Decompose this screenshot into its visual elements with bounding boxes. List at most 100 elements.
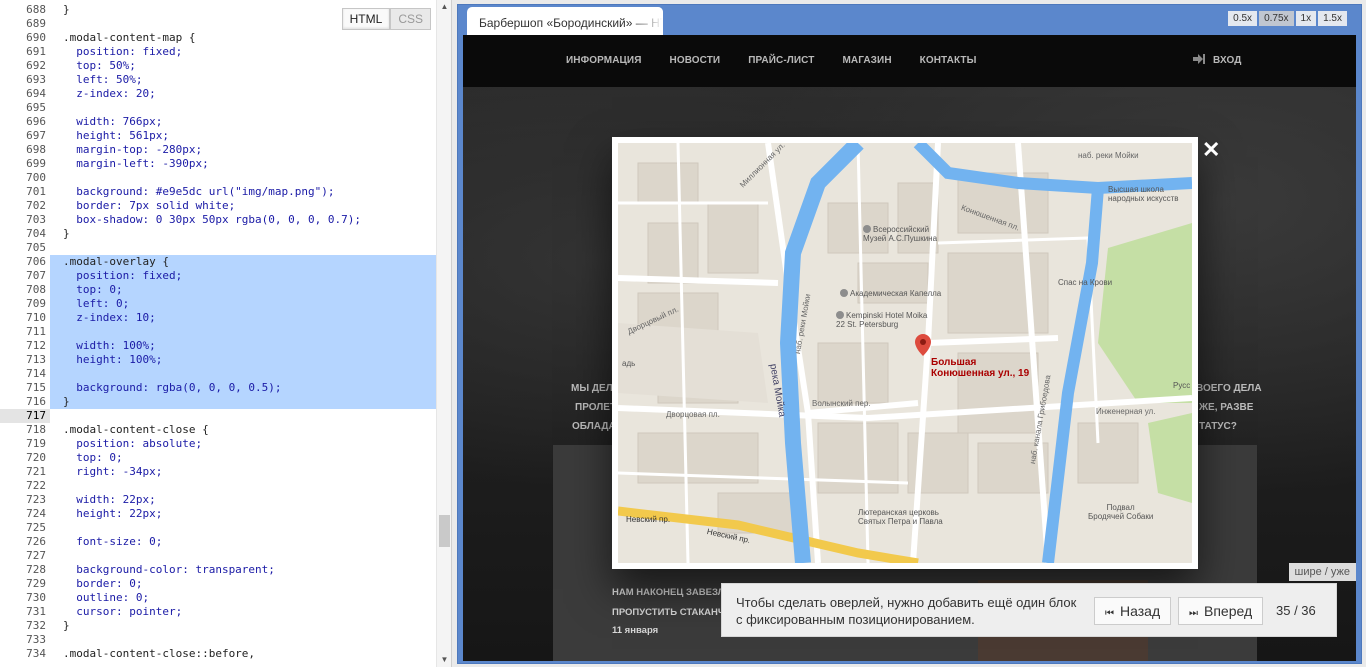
code-line[interactable]: 695 <box>0 101 436 115</box>
back-icon: ⏮ <box>1105 608 1114 619</box>
hero-text-right-3: ТАТУС? <box>1199 421 1237 432</box>
code-line[interactable]: 701 background: #e9e5dc url("img/map.png… <box>0 185 436 199</box>
map-label-inzhenernaya: Инженерная ул. <box>1096 407 1156 416</box>
code-line[interactable]: 704} <box>0 227 436 241</box>
nav-info[interactable]: ИНФОРМАЦИЯ <box>566 55 642 66</box>
code-line[interactable]: 714 <box>0 367 436 381</box>
code-line[interactable]: 730 outline: 0; <box>0 591 436 605</box>
nav-price[interactable]: ПРАЙС-ЛИСТ <box>748 55 814 66</box>
code-line[interactable]: 699 margin-left: -390px; <box>0 157 436 171</box>
editor-scrollbar[interactable]: ▲ ▼ <box>436 0 451 667</box>
line-number: 713 <box>0 353 50 367</box>
modal-close-icon[interactable]: ✕ <box>1202 139 1220 161</box>
code-line[interactable]: 709 left: 0; <box>0 297 436 311</box>
code-line[interactable]: 725 <box>0 521 436 535</box>
zoom-1-5[interactable]: 1.5x <box>1318 11 1347 26</box>
code-text: left: 50%; <box>63 73 143 86</box>
code-line[interactable]: 690 .modal-content-map { <box>0 31 436 45</box>
code-line[interactable]: 707 position: fixed; <box>0 269 436 283</box>
map-label-kempinski-text: Kempinski Hotel Moika 22 St. Petersburg <box>836 311 928 329</box>
code-text: } <box>63 395 70 408</box>
code-line[interactable]: 723 width: 22px; <box>0 493 436 507</box>
code-line[interactable]: 717 <box>0 409 436 423</box>
nav-contacts[interactable]: КОНТАКТЫ <box>920 55 977 66</box>
code-text: width: 22px; <box>63 493 156 506</box>
code-line[interactable]: 697 height: 561px; <box>0 129 436 143</box>
code-line[interactable]: 712 width: 100%; <box>0 339 436 353</box>
code-line[interactable]: 703 box-shadow: 0 30px 50px rgba(0, 0, 0… <box>0 213 436 227</box>
line-number: 720 <box>0 451 50 465</box>
code-line[interactable]: 692 top: 50%; <box>0 59 436 73</box>
code-line[interactable]: 731 cursor: pointer; <box>0 605 436 619</box>
nav-news[interactable]: НОВОСТИ <box>670 55 721 66</box>
code-line[interactable]: 708 top: 0; <box>0 283 436 297</box>
code-line[interactable]: 720 top: 0; <box>0 451 436 465</box>
code-line[interactable]: 722 <box>0 479 436 493</box>
line-number: 700 <box>0 171 50 185</box>
tab-css[interactable]: CSS <box>390 8 431 30</box>
code-line[interactable]: 702 border: 7px solid white; <box>0 199 436 213</box>
code-line[interactable]: 693 left: 50%; <box>0 73 436 87</box>
code-line[interactable]: 718 .modal-content-close { <box>0 423 436 437</box>
code-line[interactable]: 721 right: -34px; <box>0 465 436 479</box>
zoom-0-75[interactable]: 0.75x <box>1259 11 1294 26</box>
step-counter: 35 / 36 <box>1276 603 1316 618</box>
map-label-nevsky-1: Невский пр. <box>626 515 671 524</box>
code-line[interactable]: 734 .modal-content-close::before, <box>0 647 436 661</box>
scroll-up-icon[interactable]: ▲ <box>437 0 451 14</box>
nav-shop[interactable]: МАГАЗИН <box>842 55 891 66</box>
code-lines[interactable]: 688} 689 690 .modal-content-map {691 positi… <box>0 3 436 661</box>
hotel-icon <box>836 311 844 319</box>
line-number: 717 <box>0 409 50 423</box>
code-line[interactable]: 719 position: absolute; <box>0 437 436 451</box>
map-label-russ: Русс <box>1173 381 1191 390</box>
code-line[interactable]: 715 background: rgba(0, 0, 0, 0.5); <box>0 381 436 395</box>
code-line[interactable]: 732} <box>0 619 436 633</box>
line-number: 715 <box>0 381 50 395</box>
scroll-down-icon[interactable]: ▼ <box>437 653 451 667</box>
code-line[interactable]: 696 width: 766px; <box>0 115 436 129</box>
code-text: top: 50%; <box>63 59 136 72</box>
code-line[interactable]: 691 position: fixed; <box>0 45 436 59</box>
line-number: 718 <box>0 423 50 437</box>
line-number: 723 <box>0 493 50 507</box>
line-number: 708 <box>0 283 50 297</box>
line-number: 695 <box>0 101 50 115</box>
wider-narrower-toggle[interactable]: шире / уже <box>1288 563 1356 581</box>
zoom-1[interactable]: 1x <box>1295 11 1317 26</box>
code-line[interactable]: 726 font-size: 0; <box>0 535 436 549</box>
line-number: 699 <box>0 157 50 171</box>
code-line[interactable]: 713 height: 100%; <box>0 353 436 367</box>
browser-tab[interactable]: Барбершоп «Бородинский» — HTML <box>467 7 663 37</box>
code-line[interactable]: 698 margin-top: -280px; <box>0 143 436 157</box>
line-number: 705 <box>0 241 50 255</box>
code-line[interactable]: 727 <box>0 549 436 563</box>
code-line[interactable]: 728 background-color: transparent; <box>0 563 436 577</box>
code-line[interactable]: 706 .modal-overlay { <box>0 255 436 269</box>
code-text: z-index: 20; <box>63 87 156 100</box>
line-number: 721 <box>0 465 50 479</box>
code-text: .modal-overlay { <box>63 255 169 268</box>
zoom-0-5[interactable]: 0.5x <box>1228 11 1258 26</box>
code-line[interactable]: 716} <box>0 395 436 409</box>
line-number: 722 <box>0 479 50 493</box>
code-line[interactable]: 724 height: 22px; <box>0 507 436 521</box>
login-link[interactable]: ВХОД <box>1193 54 1241 66</box>
code-line[interactable]: 711 <box>0 325 436 339</box>
code-line[interactable]: 729 border: 0; <box>0 577 436 591</box>
code-line[interactable]: 710 z-index: 10; <box>0 311 436 325</box>
back-button[interactable]: ⏮ Назад <box>1094 597 1172 625</box>
code-editor[interactable]: 688} 689 690 .modal-content-map {691 positi… <box>0 0 452 667</box>
line-number: 731 <box>0 605 50 619</box>
code-text: .modal-content-close { <box>63 423 209 436</box>
code-line[interactable]: 733 <box>0 633 436 647</box>
tab-html[interactable]: HTML <box>341 8 391 30</box>
code-line[interactable]: 694 z-index: 20; <box>0 87 436 101</box>
scroll-thumb[interactable] <box>439 515 450 547</box>
code-line[interactable]: 700 <box>0 171 436 185</box>
map-label-podval: Подвал Бродячей Собаки <box>1088 503 1154 521</box>
forward-button[interactable]: ⏭ Вперед <box>1178 597 1264 625</box>
code-line[interactable]: 705 <box>0 241 436 255</box>
code-text: margin-left: -390px; <box>63 157 209 170</box>
map[interactable]: река Мойка наб. реки Мойки Высшая школа … <box>618 143 1192 563</box>
